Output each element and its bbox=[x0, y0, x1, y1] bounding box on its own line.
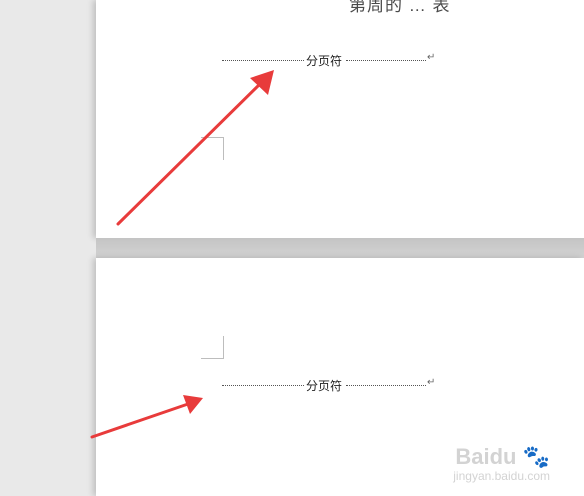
page-heading-cut: 第周的 … 表 bbox=[349, 0, 451, 15]
page-break-marker[interactable]: 分页符 ↵ bbox=[222, 377, 436, 393]
page-break-marker[interactable]: 分页符 ↵ bbox=[222, 52, 436, 68]
paw-icon: 🐾 bbox=[522, 444, 550, 469]
margin-corner-mark bbox=[201, 137, 224, 160]
watermark-url: jingyan.baidu.com bbox=[453, 469, 550, 483]
baidu-watermark: Baidu 🐾 jingyan.baidu.com bbox=[453, 444, 550, 483]
dotted-line bbox=[346, 60, 426, 61]
dotted-line bbox=[222, 60, 304, 61]
left-gutter bbox=[0, 0, 96, 496]
paragraph-mark-icon: ↵ bbox=[427, 52, 436, 63]
paragraph-mark-icon: ↵ bbox=[427, 377, 436, 388]
dotted-line bbox=[222, 385, 304, 386]
page-1[interactable]: 第周的 … 表 bbox=[96, 0, 584, 238]
dotted-line bbox=[346, 385, 426, 386]
page-break-label: 分页符 bbox=[306, 379, 343, 393]
watermark-brand: Baidu bbox=[455, 444, 517, 469]
margin-corner-mark bbox=[201, 336, 224, 359]
page-break-label: 分页符 bbox=[306, 54, 343, 68]
page-gap bbox=[96, 238, 584, 258]
